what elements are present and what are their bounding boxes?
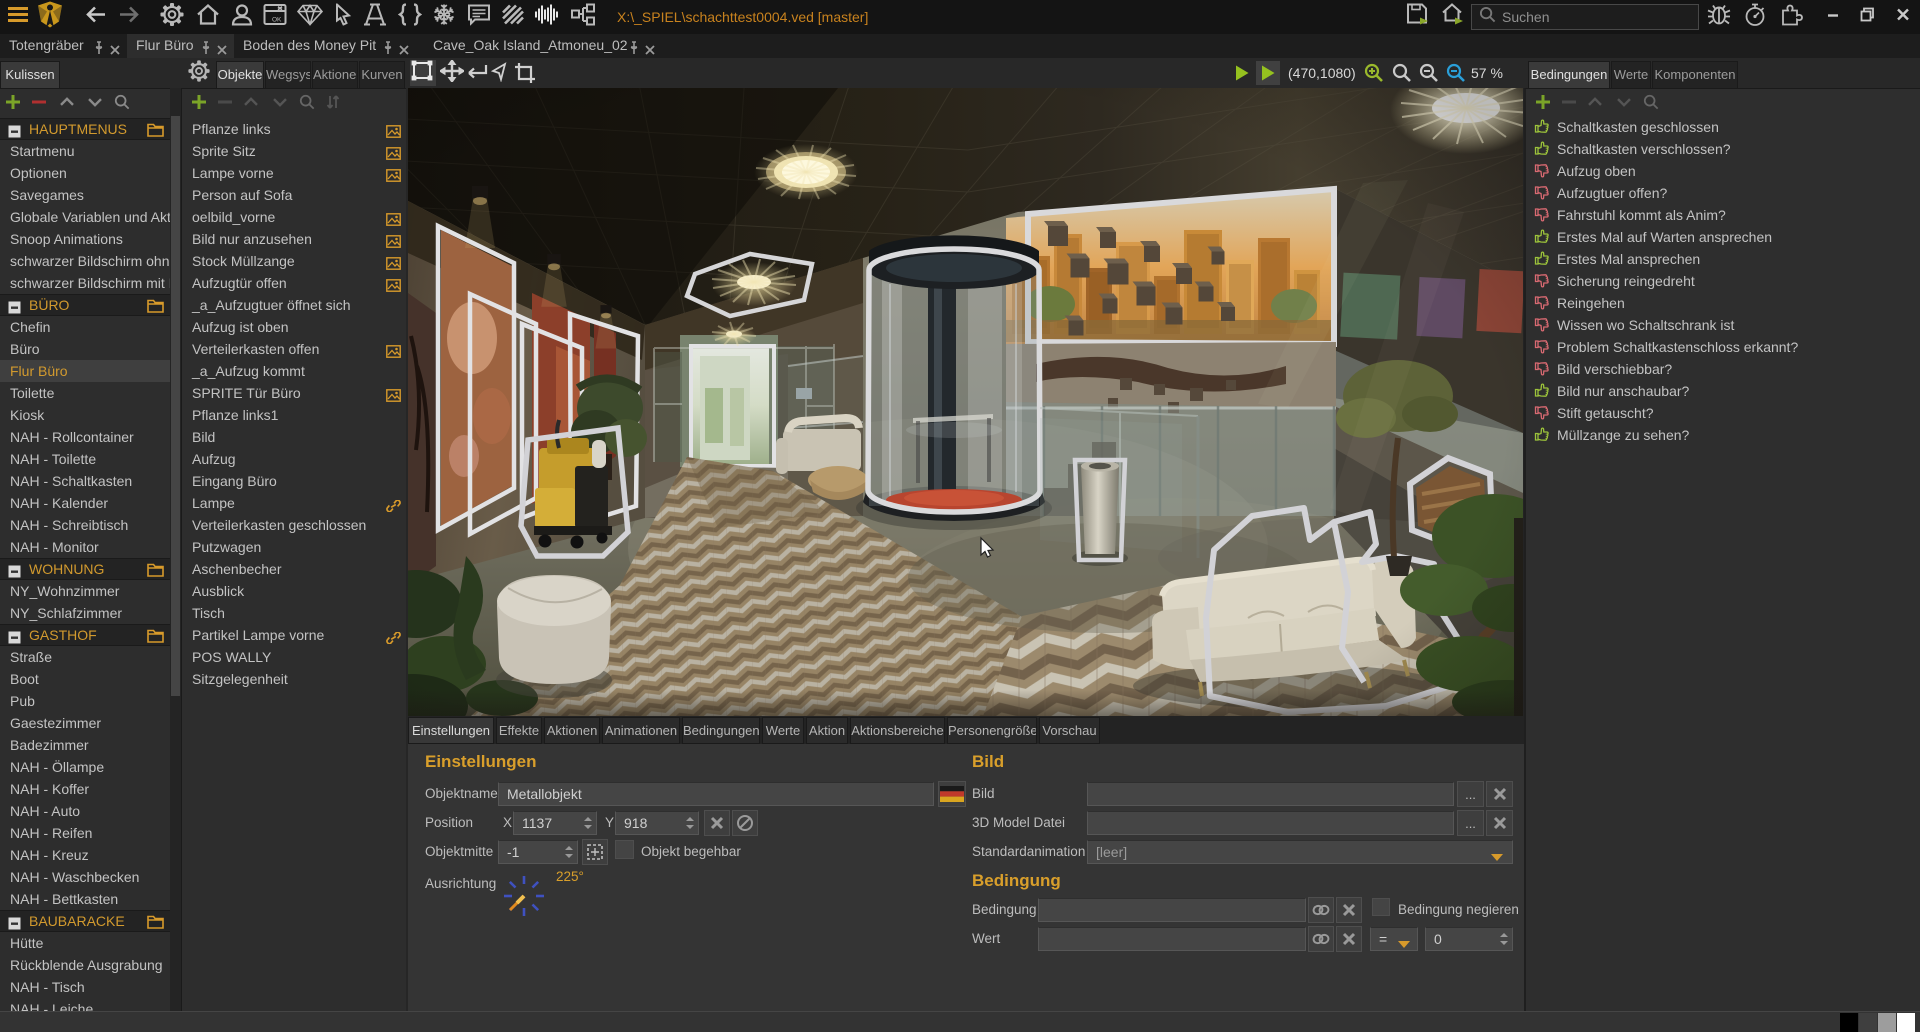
svg-text:OK: OK xyxy=(272,17,282,24)
